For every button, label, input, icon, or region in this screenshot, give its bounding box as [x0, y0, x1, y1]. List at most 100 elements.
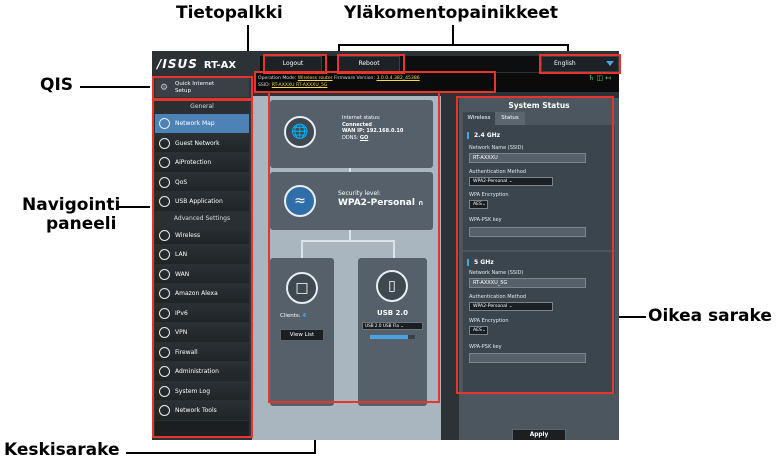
network-status-icon[interactable]: ◫ — [597, 74, 606, 82]
label-qis: QIS — [40, 75, 74, 95]
psk-5ghz-input[interactable] — [469, 353, 586, 363]
router-icon: ≈ — [284, 185, 316, 217]
router-web-ui: /ISUS RT-AX Logout Reboot English Operati… — [152, 51, 619, 440]
sidebar-item-label: Network Tools — [175, 407, 217, 414]
sidebar-item-firewall[interactable]: Firewall — [155, 342, 249, 362]
sidebar-item-system-log[interactable]: System Log — [155, 381, 249, 401]
asus-logo: /ISUS RT-AX — [157, 57, 237, 71]
sidebar-item-network-tools[interactable]: Network Tools — [155, 401, 249, 421]
security-level-value: WPA2-Personal — [338, 198, 415, 208]
usb-title: USB 2.0 — [377, 309, 408, 317]
encryption-5ghz-select[interactable]: AES⌄ — [469, 326, 488, 335]
auth-method-5ghz-select[interactable]: WPA2-Personal ⌄ — [469, 302, 553, 311]
usb-card[interactable]: ▯ USB 2.0 USB 2.0 USB Fla ⌄ — [358, 258, 427, 406]
center-column: 🌐 Internet status: Connected WAN IP: 192… — [252, 96, 441, 440]
reboot-button[interactable]: Reboot — [338, 56, 400, 72]
callout-line — [338, 44, 569, 46]
language-select[interactable]: English — [541, 56, 619, 72]
sidebar-item-amazon-alexa[interactable]: Amazon Alexa — [155, 284, 249, 304]
ipv6-icon — [159, 307, 170, 319]
network-tools-icon — [159, 405, 170, 416]
sidebar-item-label: VPN — [175, 329, 188, 336]
auth-method-24ghz-select[interactable]: WPA2-Personal ⌄ — [469, 177, 553, 186]
ddns-go-link[interactable]: GO — [360, 135, 368, 141]
sidebar-item-label: Network Map — [175, 120, 215, 127]
usb-application-icon — [159, 196, 170, 207]
amazon-alexa-icon — [159, 288, 170, 299]
share-status-icon[interactable]: ↤ — [605, 74, 613, 82]
tab-status[interactable]: Status — [495, 112, 525, 125]
view-list-button[interactable]: View List — [280, 329, 324, 341]
clients-card[interactable]: □ Clients: 4 View List — [270, 258, 334, 406]
system-status-title: System Status — [508, 101, 570, 110]
sidebar-item-label: USB Application — [175, 198, 223, 205]
lan-icon — [159, 249, 170, 260]
ssid-24ghz-input[interactable]: RT-AXXXU — [469, 153, 586, 163]
sidebar-item-wan[interactable]: WAN — [155, 264, 249, 284]
callout-line — [126, 452, 316, 454]
qis-icon: ⚙ — [160, 83, 169, 93]
system-log-icon — [159, 385, 170, 397]
guest-network-icon — [159, 137, 170, 149]
sidebar-item-wireless[interactable]: Wireless — [155, 225, 249, 245]
psk-24ghz-input[interactable] — [469, 227, 586, 237]
usb-drive-icon: ▯ — [376, 270, 408, 302]
label-ylakomentopainikkeet: Yläkomentopainikkeet — [344, 3, 559, 23]
ssid-line: SSID: RT-AXXXU RT-AXXXU_5G — [258, 83, 328, 88]
sidebar-item-aiprotection[interactable]: AiProtection — [155, 153, 249, 173]
label-paneeli: paneeli — [46, 214, 117, 234]
sidebar-item-usb-application[interactable]: USB Application — [155, 192, 249, 212]
label-navigointi: Navigointi — [22, 195, 121, 215]
globe-icon: 🌐 — [284, 116, 316, 148]
usb-device-select[interactable]: USB 2.0 USB Fla ⌄ — [362, 322, 423, 330]
apply-button[interactable]: Apply — [512, 429, 566, 440]
logout-button[interactable]: Logout — [264, 56, 322, 72]
sidebar-item-ipv6[interactable]: IPv6 — [155, 303, 249, 323]
usb-status-icon[interactable]: ♄ — [588, 74, 596, 82]
tab-wireless[interactable]: Wireless — [463, 112, 495, 125]
firmware-version-link[interactable]: 3.0.0.4.382_45386 — [376, 76, 419, 81]
usb-usage-bar — [370, 335, 415, 339]
sidebar-item-label: QoS — [175, 178, 188, 186]
connector-line — [301, 240, 303, 258]
sidebar-item-qos[interactable]: QoS — [155, 172, 249, 192]
connector-line — [349, 230, 351, 240]
nav-advanced-header: Advanced Settings — [155, 211, 249, 226]
sidebar-item-administration[interactable]: Administration — [155, 362, 249, 382]
wireless-icon — [159, 229, 170, 241]
sidebar-item-label: Firewall — [175, 348, 198, 356]
right-column: System Status Wireless Status 2.4 GHz Ne… — [459, 98, 619, 440]
ssid-link[interactable]: RT-AXXXU RT-AXXXU_5G — [272, 83, 328, 88]
sidebar-item-label: Amazon Alexa — [175, 290, 218, 297]
sidebar-item-guest-network[interactable]: Guest Network — [155, 133, 249, 153]
lock-icon: ∩ — [418, 199, 424, 207]
sidebar-item-vpn[interactable]: VPN — [155, 323, 249, 343]
sidebar-item-network-map[interactable]: Network Map — [155, 114, 249, 134]
encryption-24ghz-select[interactable]: AES⌄ — [469, 200, 488, 209]
quick-internet-setup-button[interactable]: ⚙ Quick Internet Setup — [155, 78, 249, 97]
band-24ghz-panel: 2.4 GHz Network Name (SSID) RT-AXXXU Aut… — [463, 125, 615, 250]
sidebar-item-lan[interactable]: LAN — [155, 245, 249, 265]
chevron-down-icon — [606, 61, 614, 66]
callout-line — [452, 25, 454, 45]
sidebar-item-label: Guest Network — [175, 139, 220, 147]
clients-count: 4 — [302, 313, 307, 319]
sidebar-item-label: WAN — [175, 270, 190, 278]
status-icons: ♄◫↤ — [588, 75, 613, 82]
computer-icon: □ — [286, 272, 318, 304]
operation-mode-link[interactable]: Wireless router — [298, 76, 333, 81]
nav-general-list: Network Map Guest Network AiProtection QoS U… — [155, 114, 249, 212]
router-security-card[interactable]: ≈ Security level: WPA2-Personal ∩ — [270, 172, 433, 230]
vpn-icon — [159, 327, 170, 338]
connector-line — [301, 240, 395, 242]
nav-general-header: General — [155, 100, 249, 114]
internet-status-card[interactable]: 🌐 Internet status: Connected WAN IP: 192… — [270, 100, 433, 168]
administration-icon — [159, 366, 170, 377]
sidebar-item-label: AiProtection — [175, 159, 212, 166]
callout-line — [118, 206, 150, 208]
band-24ghz-title: 2.4 GHz — [467, 132, 500, 139]
band-5ghz-title: 5 GHz — [467, 259, 494, 266]
ssid-5ghz-input[interactable]: RT-AXXXU_5G — [469, 278, 586, 288]
sidebar-item-label: Administration — [175, 368, 219, 375]
sidebar-item-label: System Log — [175, 387, 210, 395]
